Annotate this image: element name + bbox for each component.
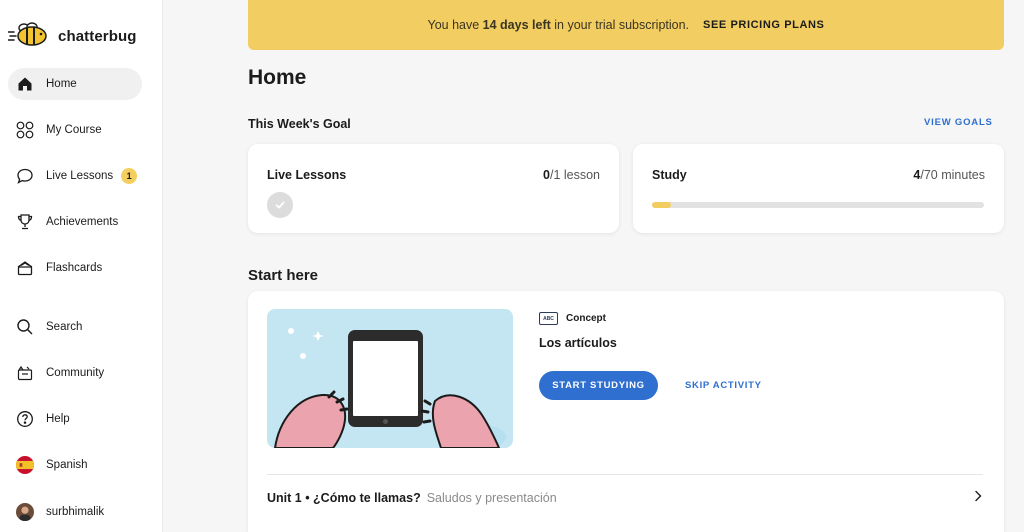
unit-label: Unit 1 • ¿Cómo te llamas? [267,490,421,505]
start-studying-button[interactable]: START STUDYING [539,371,658,400]
goal-total: /70 minutes [920,168,985,182]
sidebar-item-label: Flashcards [46,262,103,274]
activity-type: ABC Concept [539,312,606,325]
unit-row[interactable]: Unit 1 • ¿Cómo te llamas? Saludos y pres… [267,490,983,505]
sidebar-item-language[interactable]: Spanish [8,449,142,481]
divider [267,474,983,475]
unit-subtitle: Saludos y presentación [426,490,557,505]
sidebar-item-label: Spanish [46,459,88,471]
start-here-heading: Start here [248,267,319,284]
trial-text-suffix: in your trial subscription. [554,18,690,32]
activity-illustration [267,309,513,448]
sidebar-item-label: My Course [46,124,102,136]
sidebar-item-search[interactable]: Search [8,311,142,343]
sidebar-item-label: Achievements [46,216,119,228]
activity-type-label: Concept [566,313,606,324]
study-progress-bar [652,202,984,208]
sidebar: chatterbug Home My Course Live Lessons 1 [0,0,163,532]
goal-total: /1 lesson [549,168,600,182]
spain-flag-icon [16,456,34,474]
sidebar-item-flashcards[interactable]: Flashcards [8,252,142,284]
sidebar-item-my-course[interactable]: My Course [8,114,142,146]
chat-bubble-icon [16,167,34,185]
start-here-card: ABC Concept Los artículos START STUDYING… [248,291,1004,532]
logo[interactable]: chatterbug [7,22,137,51]
goal-count: 4/70 minutes [913,168,985,182]
check-icon [267,192,293,218]
grid-icon [16,121,34,139]
sidebar-item-label: Community [46,367,105,379]
sidebar-item-community[interactable]: Community [8,357,142,389]
live-lessons-goal-card[interactable]: Live Lessons 0/1 lesson [248,144,619,233]
sidebar-item-achievements[interactable]: Achievements [8,206,142,238]
home-icon [16,75,34,93]
sidebar-item-home[interactable]: Home [8,68,142,100]
week-goal-heading: This Week's Goal [248,117,351,131]
trial-banner: You have 14 days left in your trial subs… [248,0,1004,50]
sidebar-item-live-lessons[interactable]: Live Lessons 1 [8,160,142,192]
sidebar-item-help[interactable]: Help [8,403,142,435]
page-title: Home [248,66,307,89]
bee-logo-icon [7,22,52,51]
study-progress-fill [652,202,671,208]
app-name: chatterbug [58,28,137,45]
search-icon [16,318,34,336]
trophy-icon [16,213,34,231]
sidebar-item-label: Home [46,78,77,90]
help-icon [16,410,34,428]
sidebar-item-label: Search [46,321,83,333]
community-icon [16,364,34,382]
goal-title: Study [652,168,687,182]
avatar [16,503,34,521]
sidebar-item-label: Help [46,413,70,425]
sidebar-item-profile[interactable]: surbhimalik [8,496,142,528]
goal-count: 0/1 lesson [543,168,600,182]
view-goals-link[interactable]: VIEW GOALS [924,117,993,128]
goal-title: Live Lessons [267,168,347,182]
trial-text-prefix: You have [427,18,480,32]
activity-title: Los artículos [539,336,617,350]
notification-badge: 1 [121,168,138,184]
trial-days-left: 14 days left [482,18,551,32]
sidebar-item-label: Live Lessons [46,170,114,182]
sidebar-item-label: surbhimalik [46,506,105,518]
skip-activity-button[interactable]: SKIP ACTIVITY [685,371,762,400]
goal-done: 0 [543,168,550,182]
concept-icon: ABC [539,312,558,325]
study-goal-card[interactable]: Study 4/70 minutes [633,144,1004,233]
flashcards-icon [16,259,34,277]
see-pricing-plans-link[interactable]: SEE PRICING PLANS [703,19,824,31]
chevron-right-icon [973,490,983,505]
